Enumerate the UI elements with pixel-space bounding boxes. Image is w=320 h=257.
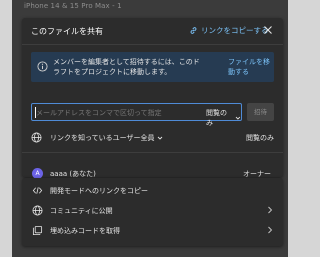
invite-permission-select[interactable]: 閲覧のみ — [206, 108, 241, 128]
share-options-panel: 開発モードへのリンクをコピー コミュニティに公開 埋め込みコードを取得 — [22, 178, 283, 246]
globe-icon — [31, 132, 42, 143]
footer-item-label: 埋め込みコードを取得 — [50, 227, 120, 235]
general-access-permission[interactable]: 閲覧のみ — [246, 133, 274, 143]
chevron-down-icon — [235, 116, 241, 120]
divider — [22, 152, 283, 153]
dialog-title: このファイルを共有 — [31, 27, 103, 36]
general-access-select[interactable]: リンクを知っているユーザー全員 — [50, 133, 163, 143]
general-access-row: リンクを知っているユーザー全員 閲覧のみ — [31, 131, 274, 145]
move-file-link[interactable]: ファイルを移動する — [228, 57, 272, 77]
frame-label: iPhone 14 & 15 Pro Max - 1 — [24, 2, 122, 10]
info-icon — [37, 61, 48, 72]
invite-button[interactable]: 招待 — [247, 103, 274, 121]
invite-permission-value: 閲覧のみ — [206, 109, 227, 127]
invite-placeholder: メールアドレスをコンマで区切って指定 — [36, 109, 162, 117]
share-dialog: このファイルを共有 リンクをコピーする メンバーを編集者として招待するには、この… — [22, 18, 283, 179]
banner-message: メンバーを編集者として招待するには、このドラフトをプロジェクトに移動します。 — [53, 58, 200, 76]
chevron-right-icon — [268, 226, 273, 234]
general-access-label: リンクを知っているユーザー全員 — [50, 134, 155, 142]
globe-icon — [32, 205, 43, 216]
copy-link-label: リンクをコピーする — [201, 26, 269, 35]
get-embed-code-item[interactable]: 埋め込みコードを取得 — [22, 221, 283, 239]
copy-link-button[interactable]: リンクをコピーする — [189, 25, 269, 36]
embed-copy-icon — [32, 225, 43, 236]
link-icon — [190, 27, 197, 34]
move-to-project-banner: メンバーを編集者として招待するには、このドラフトをプロジェクトに移動します。 フ… — [31, 52, 274, 82]
invite-email-input[interactable]: メールアドレスをコンマで区切って指定 閲覧のみ — [31, 103, 242, 127]
copy-dev-mode-link-item[interactable]: 開発モードへのリンクをコピー — [22, 181, 283, 199]
code-icon — [32, 187, 43, 194]
footer-item-label: 開発モードへのリンクをコピー — [50, 187, 148, 195]
dialog-header: このファイルを共有 リンクをコピーする — [22, 18, 283, 45]
close-icon[interactable] — [263, 25, 273, 35]
chevron-down-icon — [157, 136, 162, 140]
publish-to-community-item[interactable]: コミュニティに公開 — [22, 201, 283, 219]
footer-item-label: コミュニティに公開 — [50, 207, 113, 215]
chevron-right-icon — [268, 206, 273, 214]
